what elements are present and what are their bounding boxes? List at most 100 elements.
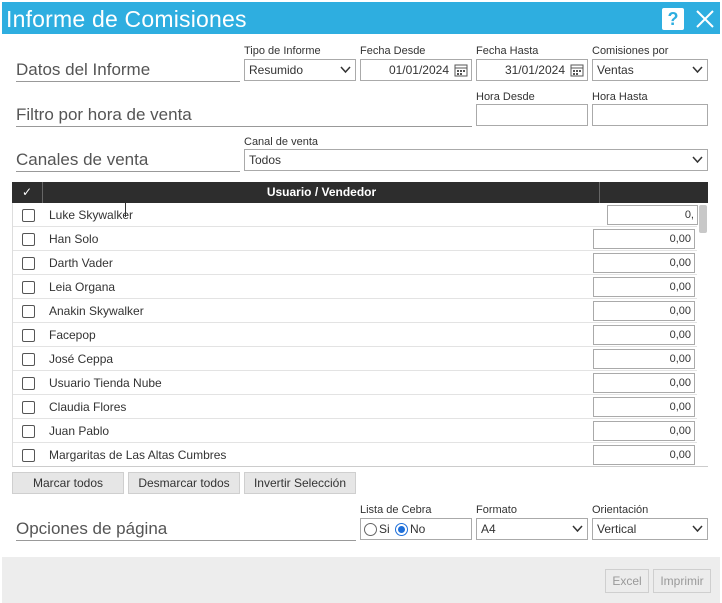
title-bar: Informe de Comisiones ? [2, 2, 720, 34]
marcar-todos-button[interactable]: Marcar todos [12, 472, 124, 494]
canal-select[interactable]: Todos [244, 149, 708, 171]
commission-input[interactable]: 0,00 [593, 445, 695, 465]
fecha-hasta-input[interactable]: 31/01/2024 [476, 59, 588, 81]
commission-input[interactable]: 0,00 [593, 397, 695, 417]
table-row[interactable]: Claudia Flores 0,00 [13, 395, 697, 419]
row-checkbox[interactable] [22, 281, 35, 294]
table-row[interactable]: Usuario Tienda Nube 0,00 [13, 371, 697, 395]
row-checkbox[interactable] [22, 233, 35, 246]
text-cursor [125, 203, 126, 217]
footer-bar: Excel Imprimir [2, 557, 720, 603]
help-icon[interactable]: ? [662, 8, 684, 30]
hora-hasta-input[interactable] [592, 104, 708, 126]
formato-value: A4 [481, 522, 496, 536]
table-row[interactable]: Margaritas de Las Altas Cumbres 0,00 [13, 443, 697, 466]
chevron-down-icon [692, 150, 703, 164]
table-scrollbar[interactable] [699, 205, 707, 233]
commission-input[interactable]: 0,00 [593, 253, 695, 273]
radio-no-label: No [410, 522, 426, 536]
filtro-section-title: Filtro por hora de venta [16, 105, 472, 127]
calendar-icon[interactable] [570, 63, 584, 77]
canales-section-title: Canales de venta [16, 150, 240, 172]
commission-input[interactable]: 0,00 [593, 325, 695, 345]
commission-input[interactable]: 0,00 [593, 229, 695, 249]
fecha-desde-input[interactable]: 01/01/2024 [360, 59, 472, 81]
row-checkbox[interactable] [22, 329, 35, 342]
hora-desde-input[interactable] [476, 104, 588, 126]
row-checkbox[interactable] [22, 305, 35, 318]
datos-section-title: Datos del Informe [16, 60, 240, 82]
row-checkbox[interactable] [22, 425, 35, 438]
window-title: Informe de Comisiones [6, 6, 247, 32]
table-row[interactable]: José Ceppa 0,00 [13, 347, 697, 371]
hora-desde-label: Hora Desde [476, 91, 535, 103]
row-checkbox[interactable] [22, 449, 35, 462]
opciones-section-title: Opciones de página [16, 519, 356, 541]
table-row[interactable]: Darth Vader 0,00 [13, 251, 697, 275]
fecha-desde-value: 01/01/2024 [388, 63, 449, 77]
user-table: Luke Skywalker 0, Han Solo 0,00 Darth Va… [12, 203, 708, 467]
desmarcar-todos-button[interactable]: Desmarcar todos [128, 472, 240, 494]
commission-input[interactable]: 0,00 [593, 421, 695, 441]
user-name: Luke Skywalker [49, 208, 134, 222]
commission-input[interactable]: 0,00 [593, 373, 695, 393]
radio-si[interactable] [364, 523, 377, 536]
formato-select[interactable]: A4 [476, 518, 588, 540]
user-name: Darth Vader [49, 256, 113, 270]
canal-label: Canal de venta [244, 136, 318, 148]
chevron-down-icon [340, 60, 351, 74]
row-checkbox[interactable] [22, 377, 35, 390]
radio-si-label: Si [379, 522, 390, 536]
tipo-informe-value: Resumido [249, 63, 304, 77]
fecha-hasta-value: 31/01/2024 [504, 63, 565, 77]
lista-cebra-group: Si No [360, 518, 472, 540]
user-name: José Ceppa [49, 352, 114, 366]
comisiones-select[interactable]: Ventas [592, 59, 708, 81]
user-name: Margaritas de Las Altas Cumbres [49, 448, 227, 462]
commission-input[interactable]: 0,00 [593, 277, 695, 297]
user-name: Usuario Tienda Nube [49, 376, 162, 390]
table-row[interactable]: Juan Pablo 0,00 [13, 419, 697, 443]
tipo-informe-label: Tipo de Informe [244, 45, 321, 57]
canal-value: Todos [249, 153, 282, 167]
orientacion-label: Orientación [592, 504, 649, 516]
user-name: Han Solo [49, 232, 99, 246]
radio-no[interactable] [395, 523, 408, 536]
fecha-hasta-label: Fecha Hasta [476, 45, 539, 57]
excel-button[interactable]: Excel [605, 569, 649, 593]
table-row[interactable]: Facepop 0,00 [13, 323, 697, 347]
table-row[interactable]: Leia Organa 0,00 [13, 275, 697, 299]
row-checkbox[interactable] [22, 209, 35, 222]
invertir-seleccion-button[interactable]: Invertir Selección [244, 472, 356, 494]
user-name: Leia Organa [49, 280, 116, 294]
formato-label: Formato [476, 504, 517, 516]
user-name: Juan Pablo [49, 424, 110, 438]
user-column-header: Usuario / Vendedor [44, 182, 600, 203]
table-row[interactable]: Anakin Skywalker 0,00 [13, 299, 697, 323]
row-checkbox[interactable] [22, 353, 35, 366]
imprimir-button[interactable]: Imprimir [653, 569, 711, 593]
close-icon[interactable] [692, 6, 718, 32]
table-row[interactable]: Han Solo 0,00 [13, 227, 697, 251]
fecha-desde-label: Fecha Desde [360, 45, 426, 57]
chevron-down-icon [692, 60, 703, 74]
comisiones-label: Comisiones por [592, 45, 669, 57]
check-column-header[interactable]: ✓ [12, 182, 43, 203]
row-checkbox[interactable] [22, 257, 35, 270]
hora-hasta-label: Hora Hasta [592, 91, 648, 103]
commission-input[interactable]: 0, [607, 205, 698, 225]
user-name: Claudia Flores [49, 400, 127, 414]
orientacion-value: Vertical [597, 522, 637, 536]
chevron-down-icon [572, 519, 583, 533]
calendar-icon[interactable] [454, 63, 468, 77]
user-name: Facepop [49, 328, 96, 342]
table-row[interactable]: Luke Skywalker 0, [13, 203, 698, 227]
lista-cebra-label: Lista de Cebra [360, 504, 432, 516]
row-checkbox[interactable] [22, 401, 35, 414]
orientacion-select[interactable]: Vertical [592, 518, 708, 540]
commission-input[interactable]: 0,00 [593, 349, 695, 369]
commission-input[interactable]: 0,00 [593, 301, 695, 321]
table-header: ✓ Usuario / Vendedor [12, 182, 708, 203]
chevron-down-icon [692, 519, 703, 533]
tipo-informe-select[interactable]: Resumido [244, 59, 356, 81]
